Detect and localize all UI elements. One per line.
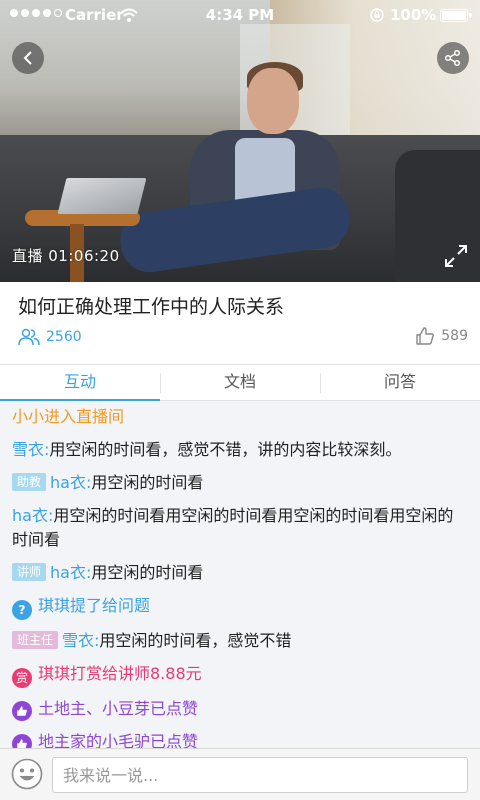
- question-notice-text: 琪琪提了给问题: [38, 596, 151, 615]
- question-notice: ? 琪琪提了给问题: [12, 594, 468, 620]
- role-badge-lecturer: 讲师: [12, 563, 47, 581]
- thumbs-up-icon: [416, 327, 435, 345]
- chat-text: 用空闲的时间看: [91, 473, 204, 492]
- chat-username[interactable]: ha衣:: [50, 473, 91, 492]
- chat-message: 助教 ha衣:用空闲的时间看: [12, 471, 468, 495]
- battery-percent: 100%: [390, 6, 437, 24]
- chat-message: 讲师 ha衣:用空闲的时间看: [12, 561, 468, 585]
- battery-icon: [440, 9, 472, 22]
- role-badge-head-teacher: 班主任: [12, 631, 59, 649]
- chat-message: 班主任 雪衣:用空闲的时间看，感觉不错: [12, 629, 468, 653]
- share-icon: [444, 49, 461, 67]
- emoji-icon[interactable]: [11, 758, 43, 790]
- chat-text: 用空闲的时间看用空闲的时间看用空闲的时间看用空闲的时间看: [12, 506, 454, 549]
- video-person-head: [247, 68, 299, 134]
- video-player[interactable]: Carrier 4:34 PM 100% 直播 01:06:20: [0, 0, 480, 282]
- thumbs-up-icon: [12, 701, 32, 721]
- like-notice-text: 土地主、小豆芽已点赞: [38, 699, 199, 718]
- status-bar: Carrier 4:34 PM 100%: [0, 0, 480, 32]
- reward-notice-text: 琪琪打赏给讲师8.88元: [38, 664, 202, 683]
- chat-text: 用空闲的时间看，感觉不错，讲的内容比较深刻。: [49, 440, 402, 459]
- like-notice: 土地主、小豆芽已点赞: [12, 697, 468, 721]
- rotation-lock-icon: [370, 8, 384, 22]
- chat-message: 雪衣:用空闲的时间看，感觉不错，讲的内容比较深刻。: [12, 438, 468, 462]
- tab-interaction[interactable]: 互动: [0, 365, 160, 401]
- chevron-left-icon: [23, 51, 32, 65]
- role-badge-assistant: 助教: [12, 473, 47, 491]
- reward-icon: 赏: [12, 668, 32, 688]
- course-title: 如何正确处理工作中的人际关系: [18, 296, 285, 318]
- enter-notice: 小小进入直播间: [12, 407, 125, 426]
- tab-bar: 互动 文档 问答: [0, 364, 480, 401]
- chat-input-bar: [0, 748, 480, 800]
- tab-qa[interactable]: 问答: [320, 365, 480, 400]
- viewer-count-value: 2560: [46, 329, 82, 345]
- chat-text: 用空闲的时间看: [91, 563, 204, 582]
- chat-input[interactable]: [52, 757, 468, 793]
- live-duration: 直播 01:06:20: [12, 247, 120, 265]
- video-laptop: [57, 178, 147, 214]
- chat-username[interactable]: 雪衣:: [12, 440, 49, 459]
- course-info: 如何正确处理工作中的人际关系 2560 589: [0, 282, 480, 364]
- chat-text: 用空闲的时间看，感觉不错: [99, 631, 292, 650]
- chat-message: ha衣:用空闲的时间看用空闲的时间看用空闲的时间看用空闲的时间看: [12, 504, 468, 552]
- share-button[interactable]: [437, 42, 469, 74]
- back-button[interactable]: [12, 42, 44, 74]
- question-icon: ?: [12, 600, 32, 620]
- like-count: 589: [441, 328, 468, 344]
- viewer-count: 2560: [18, 328, 82, 346]
- reward-notice: 赏琪琪打赏给讲师8.88元: [12, 662, 468, 688]
- chat-username[interactable]: ha衣:: [50, 563, 91, 582]
- fullscreen-icon[interactable]: [443, 243, 469, 269]
- chat-username[interactable]: 雪衣:: [62, 631, 99, 650]
- chat-list[interactable]: 小小进入直播间 雪衣:用空闲的时间看，感觉不错，讲的内容比较深刻。 助教 ha衣:…: [0, 401, 480, 754]
- tab-documents[interactable]: 文档: [160, 365, 320, 400]
- users-icon: [18, 328, 40, 346]
- like-button[interactable]: 589: [415, 326, 468, 346]
- chat-username[interactable]: ha衣:: [12, 506, 53, 525]
